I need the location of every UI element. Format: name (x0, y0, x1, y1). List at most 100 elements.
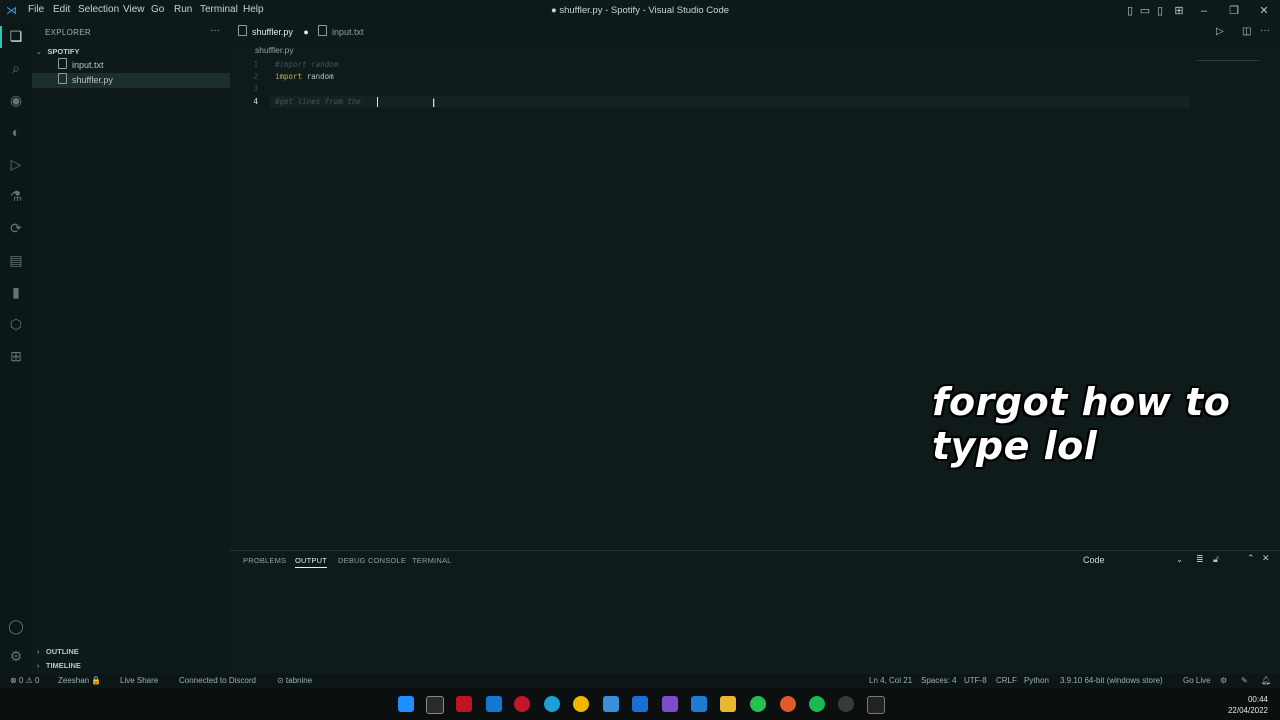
folder-label: SPOTIFY (47, 47, 80, 56)
split-editor-icon[interactable]: ◫ (1242, 26, 1251, 37)
indentation[interactable]: Spaces: 4 (921, 676, 957, 685)
minimize-icon[interactable]: – (1197, 4, 1211, 18)
active-indicator (0, 26, 2, 48)
packages-icon[interactable]: ⬡ (6, 314, 26, 334)
lock-scroll-icon[interactable]: 🔓︎ (1213, 554, 1219, 565)
visual-studio-icon[interactable] (662, 696, 678, 712)
remote-icon[interactable]: ⟳ (6, 218, 26, 238)
settings-gear-icon[interactable]: ⚙ (6, 646, 26, 666)
code-line-1: #import random (275, 60, 339, 69)
task-view-icon[interactable] (426, 696, 444, 714)
maximize-panel-icon[interactable]: ⌃ (1247, 553, 1255, 564)
run-debug-icon[interactable]: ▷ (6, 154, 26, 174)
restore-icon[interactable]: ❐ (1227, 4, 1241, 18)
windows-taskbar: 00:44 22/04/2022 (0, 688, 1280, 720)
windows-start-icon[interactable] (398, 696, 414, 712)
docker-icon[interactable]: ▤ (6, 250, 26, 270)
extensions-icon[interactable]: ⊞ (6, 346, 26, 366)
vscode-taskbar-icon[interactable] (691, 696, 707, 712)
whatsapp-icon[interactable] (750, 696, 766, 712)
tab-label: shuffler.py (252, 27, 293, 37)
file-icon (238, 25, 247, 36)
customize-layout-icon[interactable]: ⊞ (1172, 4, 1186, 18)
mail-icon[interactable] (632, 696, 648, 712)
tab-debug-console[interactable]: DEBUG CONSOLE (338, 556, 406, 565)
brave-icon[interactable] (780, 696, 796, 712)
activity-bar: ❏ ⌕ ◉ ◐ ▷ ⚗ ⟳ ▤ ▮ ⬡ ⊞ ◯ ⚙ (0, 22, 32, 674)
go-live[interactable]: Go Live (1183, 676, 1211, 685)
tab-problems[interactable]: PROBLEMS (243, 556, 286, 565)
editor-more-icon[interactable]: ··· (1260, 25, 1270, 36)
extension-status-icon[interactable]: ⚙ (1220, 676, 1227, 685)
notepad-icon[interactable] (603, 696, 619, 712)
feedback-icon[interactable]: ✎ (1241, 676, 1248, 685)
code-editor[interactable]: shuffler.py 1 #import random 2 import ra… (230, 42, 1280, 550)
section-label: OUTLINE (45, 647, 79, 656)
section-outline[interactable]: › OUTLINE (32, 644, 230, 659)
editor-tab-bar: shuffler.py ● input.txt ▷ ◫ ··· (230, 22, 1280, 42)
section-timeline[interactable]: › TIMELINE (32, 658, 230, 673)
live-share-status[interactable]: Live Share (120, 676, 158, 685)
tabnine-status[interactable]: ⊙ tabnine (277, 676, 312, 685)
github-icon[interactable]: ◉ (6, 90, 26, 110)
toggle-panel-icon[interactable]: ▭ (1138, 4, 1152, 18)
cursor-position[interactable]: Ln 4, Col 21 (869, 676, 912, 685)
file-icon (58, 58, 67, 69)
problems-status[interactable]: ⊗ 0 ⚠ 0 (10, 676, 39, 685)
section-label: TIMELINE (45, 661, 81, 670)
netflix-icon[interactable] (456, 696, 472, 712)
explorer-icon[interactable]: ❏ (6, 26, 26, 46)
folder-spotify[interactable]: ⌄ SPOTIFY (32, 44, 230, 59)
explorer-sidebar: EXPLORER ··· ⌄ SPOTIFY input.txt shuffle… (32, 22, 230, 674)
clock-time: 00:44 (1247, 695, 1268, 704)
testing-icon[interactable]: ⚗ (6, 186, 26, 206)
line-ending[interactable]: CRLF (996, 676, 1017, 685)
toggle-sidebar-icon[interactable]: ▯ (1123, 4, 1137, 18)
chrome-icon[interactable] (573, 696, 589, 712)
minimap[interactable] (1196, 60, 1260, 61)
title-bar: ⋊ File Edit Selection View Go Run Termin… (0, 0, 1280, 22)
more-actions-icon[interactable]: ··· (210, 25, 220, 36)
clear-output-icon[interactable]: ≣ (1196, 554, 1204, 565)
search-icon[interactable]: ⌕ (6, 58, 26, 78)
tab-input-txt[interactable]: input.txt (318, 22, 364, 42)
status-bar: ⊗ 0 ⚠ 0 Zeeshan 🔒 Live Share Connected t… (0, 674, 1280, 688)
clock-date: 22/04/2022 (1227, 706, 1268, 715)
app-icon[interactable] (838, 696, 854, 712)
file-icon (58, 73, 67, 84)
file-icon (318, 25, 327, 36)
code-text: random (302, 72, 334, 81)
python-interpreter[interactable]: 3.9.10 64-bit (windows store) (1060, 676, 1163, 685)
discord-status[interactable]: Connected to Discord (179, 676, 256, 685)
line-number: 2 (253, 72, 258, 81)
edge-icon[interactable] (544, 696, 560, 712)
accounts-icon[interactable]: ◯ (6, 616, 26, 636)
file-input-txt[interactable]: input.txt (32, 58, 230, 73)
toggle-secondary-sidebar-icon[interactable]: ▯ (1153, 4, 1167, 18)
close-panel-icon[interactable]: ✕ (1262, 553, 1270, 564)
file-label: shuffler.py (72, 75, 113, 85)
encoding[interactable]: UTF-8 (964, 676, 987, 685)
account-status[interactable]: Zeeshan 🔒 (58, 676, 101, 685)
opera-icon[interactable] (514, 696, 530, 712)
edge-devtools-icon[interactable]: ◐ (6, 122, 26, 142)
explorer-title: EXPLORER (45, 28, 91, 37)
file-explorer-icon[interactable] (720, 696, 736, 712)
tab-output[interactable]: OUTPUT (295, 556, 328, 568)
spotify-icon[interactable] (809, 696, 825, 712)
run-python-icon[interactable]: ▷ (1216, 26, 1224, 37)
language-mode[interactable]: Python (1024, 676, 1049, 685)
tab-shuffler-py[interactable]: shuffler.py ● (238, 22, 309, 42)
terminal-icon[interactable] (867, 696, 885, 714)
chevron-right-icon: › (37, 663, 40, 670)
unsaved-dot-icon[interactable]: ● (303, 27, 308, 37)
breadcrumb[interactable]: shuffler.py (255, 45, 294, 55)
tab-terminal[interactable]: TERMINAL (412, 556, 452, 565)
app-icon[interactable] (486, 696, 502, 712)
notebook-icon[interactable]: ▮ (6, 282, 26, 302)
notifications-bell-icon[interactable]: 🔔︎ (1261, 676, 1271, 685)
file-shuffler-py[interactable]: shuffler.py (32, 73, 230, 88)
system-clock[interactable]: 00:44 22/04/2022 (1228, 694, 1268, 716)
close-icon[interactable]: ✕ (1257, 4, 1271, 18)
output-channel-select[interactable]: Code ⌄ (1079, 553, 1187, 567)
